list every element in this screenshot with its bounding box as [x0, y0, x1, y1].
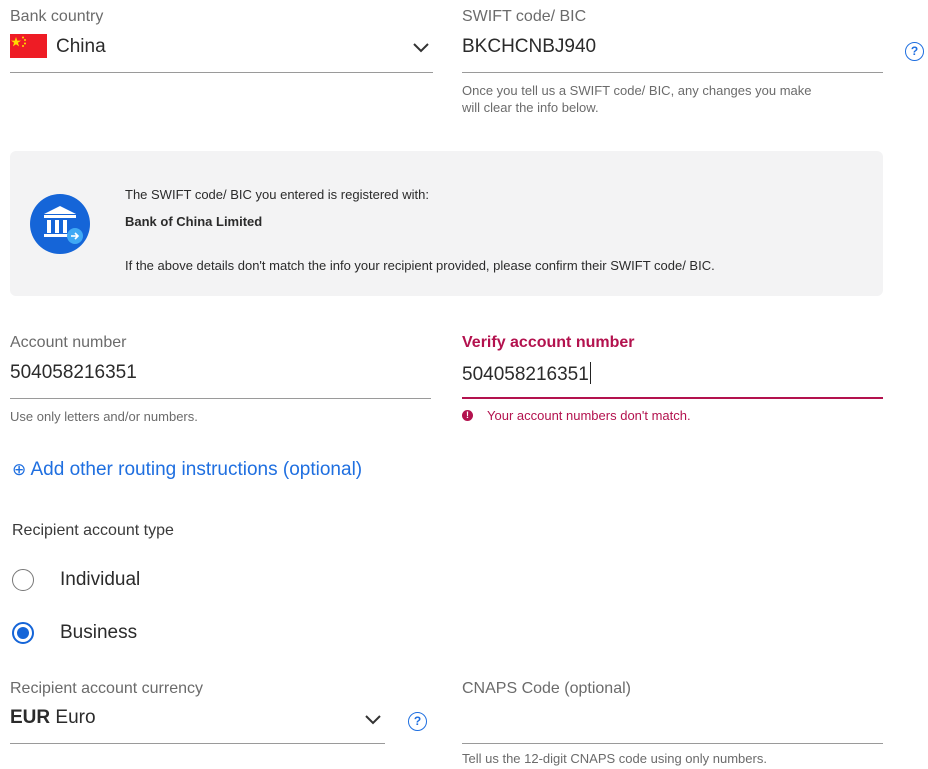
- account-number-underline: [10, 398, 431, 399]
- mismatch-note: If the above details don't match the inf…: [125, 258, 715, 273]
- bank-country-label: Bank country: [10, 8, 104, 25]
- verify-account-error: Your account numbers don't match.: [487, 408, 691, 423]
- text-caret: [589, 362, 592, 384]
- question-circle-icon[interactable]: ?: [905, 42, 924, 61]
- registered-text: The SWIFT code/ BIC you entered is regis…: [125, 187, 429, 202]
- bank-name: Bank of China Limited: [125, 214, 263, 229]
- currency-select[interactable]: EUR Euro: [10, 707, 96, 729]
- currency-underline: [10, 743, 385, 744]
- swift-input[interactable]: BKCHCNBJ940: [462, 36, 596, 58]
- currency-code: EUR: [10, 707, 51, 728]
- add-routing-label: Add other routing instructions (optional…: [30, 459, 363, 480]
- account-number-help: Use only letters and/or numbers.: [10, 409, 198, 424]
- cnaps-input[interactable]: [462, 707, 883, 733]
- swift-help-line1: Once you tell us a SWIFT code/ BIC, any …: [462, 83, 812, 98]
- currency-label: Recipient account currency: [10, 680, 203, 697]
- business-option-label[interactable]: Business: [60, 622, 137, 644]
- account-number-input[interactable]: 504058216351: [10, 362, 137, 384]
- cnaps-help: Tell us the 12-digit CNAPS code using on…: [462, 751, 767, 766]
- swift-underline: [462, 72, 883, 73]
- bank-building-icon: [30, 194, 90, 254]
- swift-label: SWIFT code/ BIC: [462, 8, 587, 25]
- add-routing-link[interactable]: ⊕ Add other routing instructions (option…: [12, 459, 362, 481]
- verify-account-underline: [462, 397, 883, 399]
- question-circle-icon[interactable]: ?: [408, 712, 427, 731]
- account-type-label: Recipient account type: [12, 522, 174, 539]
- individual-option-label[interactable]: Individual: [60, 569, 140, 591]
- chevron-down-icon[interactable]: [364, 714, 382, 726]
- china-flag-icon: [10, 34, 47, 58]
- verify-account-value: 504058216351: [462, 364, 589, 385]
- error-icon: !: [462, 410, 473, 421]
- plus-circle-icon: ⊕: [12, 460, 27, 479]
- radio-business[interactable]: [12, 622, 34, 644]
- cnaps-underline: [462, 743, 883, 744]
- cnaps-label: CNAPS Code (optional): [462, 680, 631, 697]
- account-number-label: Account number: [10, 334, 127, 351]
- bank-country-value[interactable]: China: [56, 36, 106, 58]
- swift-help-line2: will clear the info below.: [462, 100, 599, 115]
- currency-name: Euro: [55, 707, 96, 728]
- bank-country-underline: [10, 72, 433, 73]
- verify-account-label: Verify account number: [462, 334, 635, 351]
- verify-account-input[interactable]: 504058216351: [462, 362, 592, 386]
- radio-individual[interactable]: [12, 569, 34, 591]
- chevron-down-icon[interactable]: [412, 42, 430, 54]
